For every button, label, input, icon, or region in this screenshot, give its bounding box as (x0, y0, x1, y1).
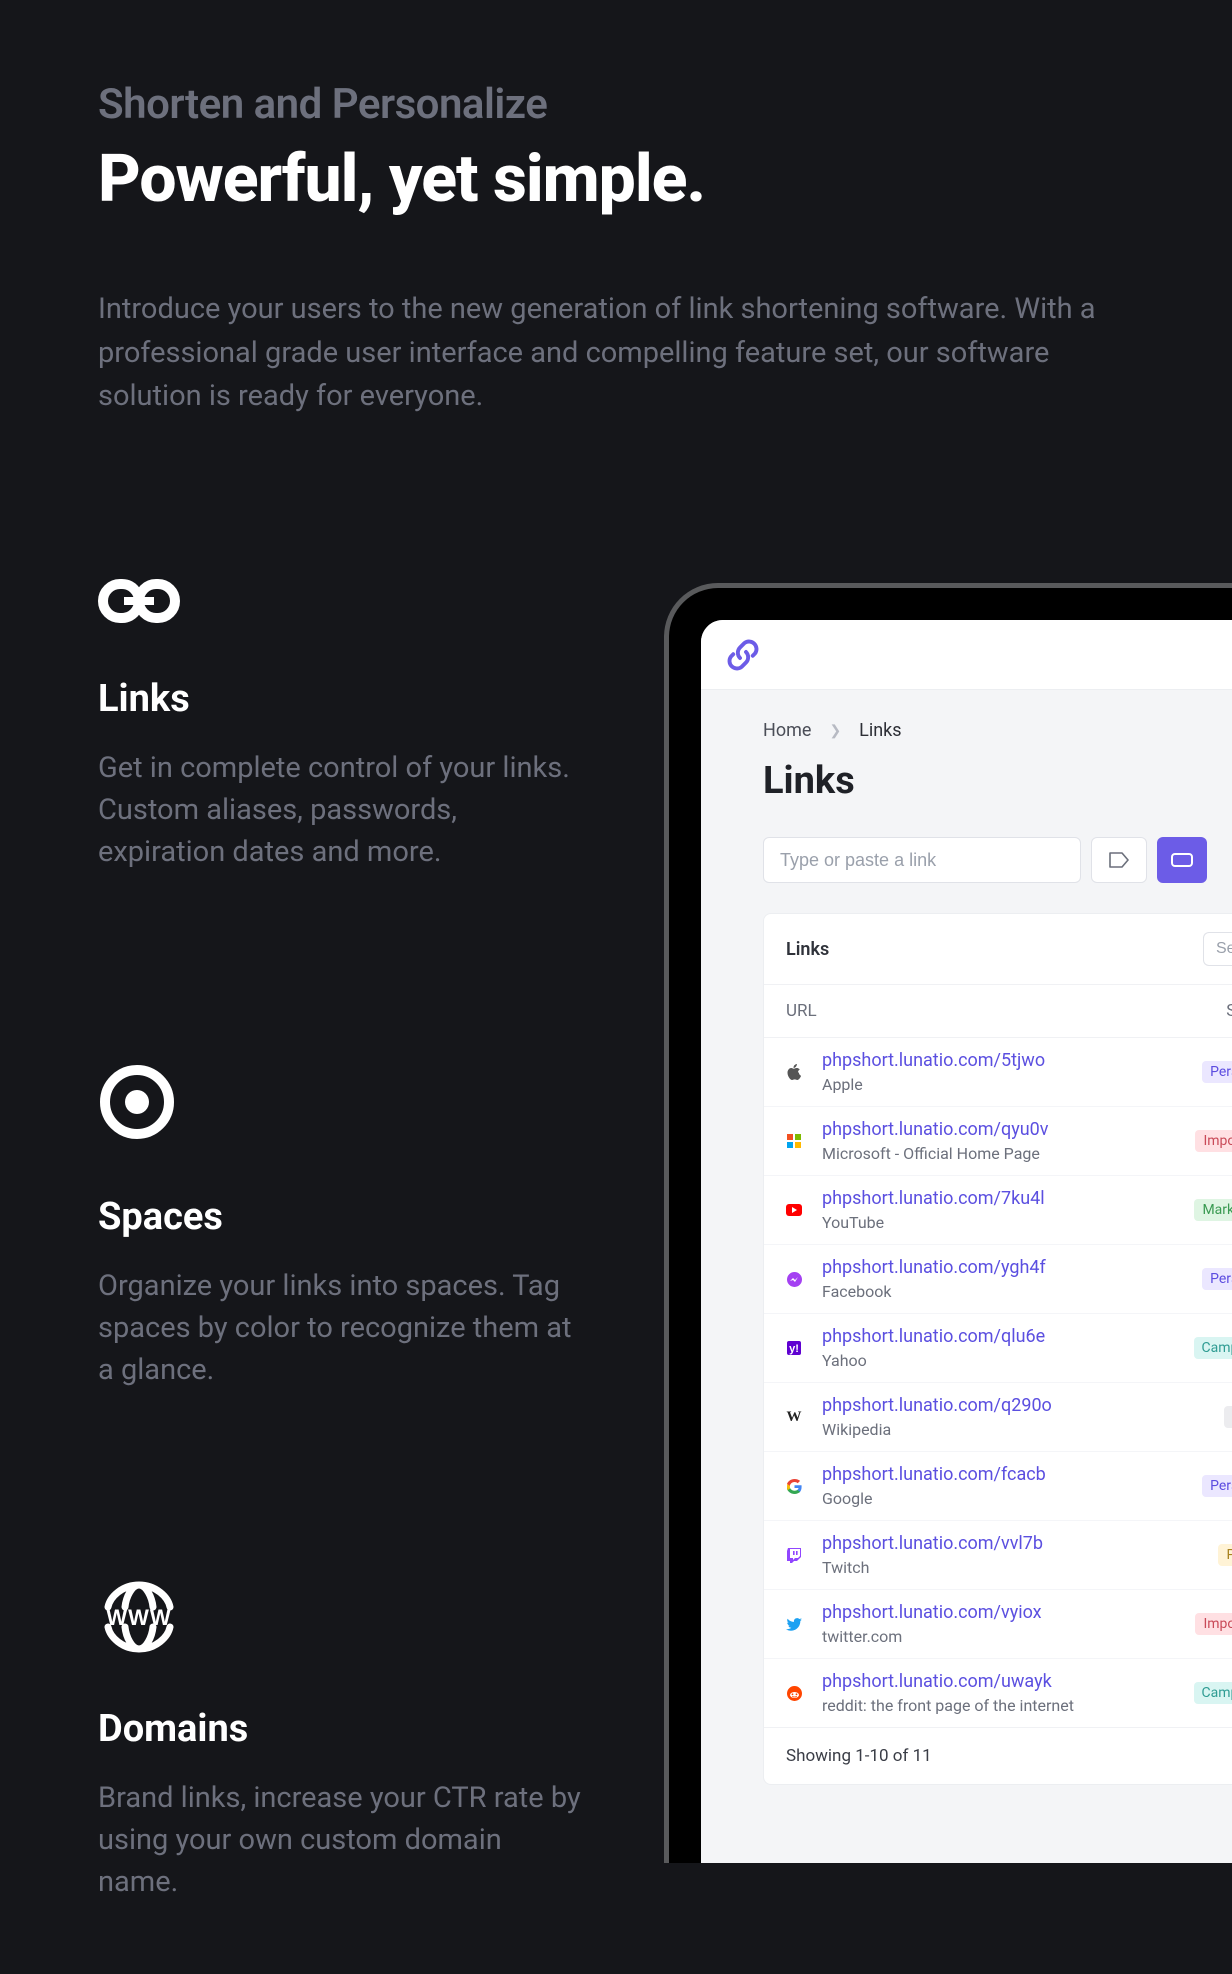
hero-headline: Powerful, yet simple. (98, 141, 1232, 218)
space-badge: Important (1195, 1130, 1232, 1152)
link-url[interactable]: phpshort.lunatio.com/ygh4f (822, 1257, 1046, 1278)
messenger-icon (786, 1271, 802, 1287)
yahoo-icon: y! (786, 1340, 802, 1356)
space-badge: Personal (1202, 1061, 1232, 1083)
link-url[interactable]: phpshort.lunatio.com/qyu0v (822, 1119, 1049, 1140)
youtube-icon (786, 1202, 802, 1218)
tag-button[interactable] (1091, 837, 1147, 883)
link-icon (98, 579, 588, 627)
hero-intro: Introduce your users to the new generati… (98, 288, 1158, 419)
link-subtitle: Apple (822, 1075, 1045, 1094)
col-url: URL (786, 1001, 817, 1021)
google-icon (786, 1478, 802, 1494)
feature-desc: Organize your links into spaces. Tag spa… (98, 1265, 588, 1391)
link-subtitle: Wikipedia (822, 1420, 1052, 1439)
link-subtitle: Microsoft - Official Home Page (822, 1144, 1049, 1163)
wikipedia-icon: W (786, 1409, 802, 1425)
link-url[interactable]: phpshort.lunatio.com/fcacb (822, 1464, 1046, 1485)
space-badge: Marketing (1194, 1199, 1232, 1221)
link-url[interactable]: phpshort.lunatio.com/q290o (822, 1395, 1052, 1416)
link-url[interactable]: phpshort.lunatio.com/7ku4l (822, 1188, 1045, 1209)
page-title: Links (763, 759, 1232, 803)
svg-text:WWW: WWW (106, 1605, 171, 1630)
app-logo-icon (725, 637, 761, 673)
shorten-button[interactable] (1157, 837, 1207, 883)
table-row: phpshort.lunatio.com/vvl7b Twitch Public (764, 1521, 1232, 1590)
www-icon: WWW (98, 1581, 588, 1657)
table-row: phpshort.lunatio.com/7ku4l YouTube Marketi… (764, 1176, 1232, 1245)
space-badge: Personal (1202, 1475, 1232, 1497)
link-url[interactable]: phpshort.lunatio.com/qlu6e (822, 1326, 1045, 1347)
microsoft-icon (786, 1133, 802, 1149)
space-badge: Campaign (1194, 1682, 1232, 1704)
feature-desc: Brand links, increase your CTR rate by u… (98, 1777, 588, 1903)
link-subtitle: Google (822, 1489, 1046, 1508)
table-row: phpshort.lunatio.com/ygh4f Facebook Person… (764, 1245, 1232, 1314)
twitch-icon (786, 1547, 802, 1563)
reddit-icon (786, 1685, 802, 1701)
breadcrumb-home[interactable]: Home (763, 720, 811, 741)
space-badge: Personal (1202, 1268, 1232, 1290)
link-subtitle: twitter.com (822, 1627, 1042, 1646)
breadcrumb-current: Links (859, 720, 901, 741)
link-subtitle: YouTube (822, 1213, 1045, 1232)
target-icon (98, 1063, 588, 1145)
apple-icon (786, 1064, 802, 1080)
table-row: phpshort.lunatio.com/5tjwo Apple Personal (764, 1038, 1232, 1107)
device-frame: Home ❯ Links Links Links (664, 583, 1232, 1863)
twitter-icon (786, 1616, 802, 1632)
link-subtitle: reddit: the front page of the internet (822, 1696, 1074, 1715)
link-subtitle: Facebook (822, 1282, 1046, 1301)
feature-title: Links (98, 677, 588, 721)
app-topbar (701, 620, 1232, 690)
link-url[interactable]: phpshort.lunatio.com/5tjwo (822, 1050, 1045, 1071)
table-row: phpshort.lunatio.com/qyu0v Microsoft - Of… (764, 1107, 1232, 1176)
table-row: phpshort.lunatio.com/vyiox twitter.com Imp… (764, 1590, 1232, 1659)
chevron-right-icon: ❯ (829, 723, 841, 739)
feature-title: Domains (98, 1707, 588, 1751)
table-row: phpshort.lunatio.com/fcacb Google Personal (764, 1452, 1232, 1521)
search-input[interactable] (1203, 932, 1232, 966)
breadcrumb: Home ❯ Links (763, 720, 1232, 741)
table-row: phpshort.lunatio.com/uwayk reddit: the fr… (764, 1659, 1232, 1727)
table-row: y! phpshort.lunatio.com/qlu6e Yahoo Campaig… (764, 1314, 1232, 1383)
feature-desc: Get in complete control of your links. C… (98, 747, 588, 873)
link-url[interactable]: phpshort.lunatio.com/vyiox (822, 1602, 1042, 1623)
table-row: Wphpshort.lunatio.com/q290o Wikipedia None (764, 1383, 1232, 1452)
hero-eyebrow: Shorten and Personalize (98, 80, 1232, 129)
link-url[interactable]: phpshort.lunatio.com/uwayk (822, 1671, 1074, 1692)
space-badge: Important (1195, 1613, 1232, 1635)
link-subtitle: Yahoo (822, 1351, 1045, 1370)
svg-text:y!: y! (789, 1343, 799, 1355)
card-title: Links (786, 939, 829, 960)
space-badge: Public (1218, 1544, 1232, 1566)
link-subtitle: Twitch (822, 1558, 1043, 1577)
feature-title: Spaces (98, 1195, 588, 1239)
link-url[interactable]: phpshort.lunatio.com/vvl7b (822, 1533, 1043, 1554)
shorten-input[interactable] (763, 837, 1081, 883)
space-badge: Campaign (1194, 1337, 1232, 1359)
col-space: Space (1226, 1001, 1232, 1021)
space-badge: None (1224, 1406, 1232, 1428)
table-footer: Showing 1-10 of 11 (764, 1727, 1232, 1784)
